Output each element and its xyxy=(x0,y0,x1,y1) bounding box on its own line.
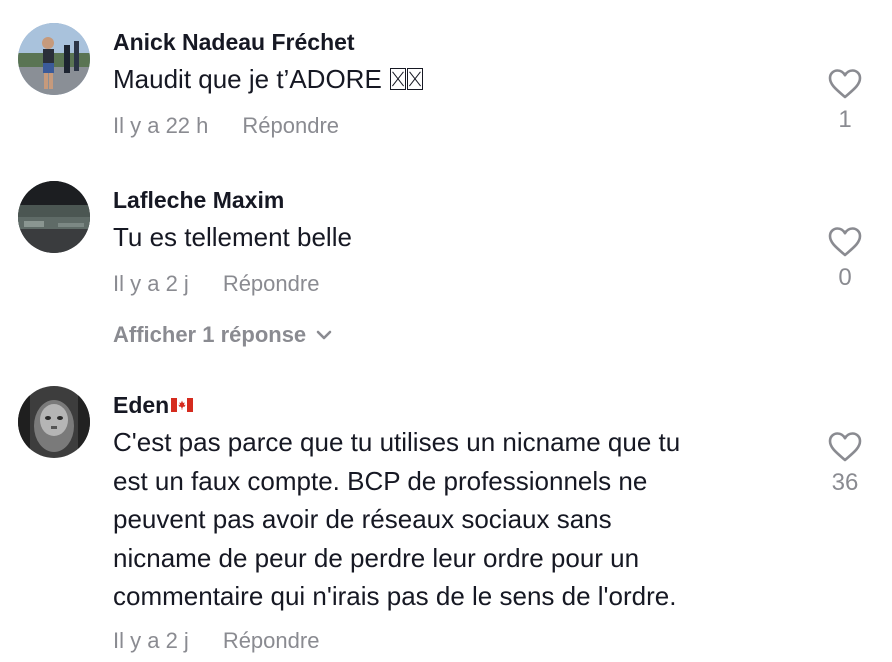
comment-text-line: C'est pas parce que tu utilises un nicna… xyxy=(113,427,681,457)
missing-emoji-box xyxy=(390,68,407,90)
missing-emoji-box xyxy=(407,68,424,90)
reply-button[interactable]: Répondre xyxy=(242,113,339,138)
like-count: 1 xyxy=(838,106,852,133)
comment-meta: Il y a 22 h Répondre xyxy=(113,112,339,140)
chevron-down-icon xyxy=(316,330,332,340)
avatar[interactable] xyxy=(18,23,90,95)
comment-text-line: Tu es tellement belle xyxy=(113,222,352,252)
avatar[interactable] xyxy=(18,181,90,253)
comment-username-text: Eden xyxy=(113,392,170,418)
heart-outline-icon[interactable] xyxy=(827,226,863,258)
comment-meta: Il y a 2 j Répondre xyxy=(113,627,319,655)
comment-text: C'est pas parce que tu utilises un nicna… xyxy=(113,423,773,616)
comment-meta: Il y a 2 j Répondre xyxy=(113,270,319,298)
reply-button[interactable]: Répondre xyxy=(223,628,320,653)
like-count: 0 xyxy=(838,264,852,291)
comment-text: Maudit que je t’ADORE xyxy=(113,60,773,99)
view-replies-label: Afficher 1 réponse xyxy=(113,322,307,347)
comment-username[interactable]: Anick Nadeau Fréchet xyxy=(113,28,355,56)
view-replies-button[interactable]: Afficher 1 réponse xyxy=(113,321,332,349)
comment-text-line: commentaire qui n'irais pas de le sens d… xyxy=(113,581,677,611)
comment-timestamp: Il y a 22 h xyxy=(113,113,209,138)
comment-text-line: Maudit que je t’ADORE xyxy=(113,60,773,99)
reply-button[interactable]: Répondre xyxy=(223,271,320,296)
comment-text-line: nicname de peur de perdre leur ordre pou… xyxy=(113,542,640,573)
like-count: 36 xyxy=(831,469,859,496)
comment-timestamp: Il y a 2 j xyxy=(113,271,189,296)
heart-outline-icon[interactable] xyxy=(827,68,863,100)
canada-flag-icon xyxy=(171,397,194,412)
like-control[interactable]: 0 xyxy=(808,226,882,292)
comment-text: Tu es tellement belle xyxy=(113,218,773,257)
comment-text-line: peuvent pas avoir de réseaux sociaux san… xyxy=(113,504,612,534)
avatar[interactable] xyxy=(18,386,90,458)
heart-outline-icon[interactable] xyxy=(827,431,863,463)
comment-timestamp: Il y a 2 j xyxy=(113,628,189,653)
comment-username[interactable]: Lafleche Maxim xyxy=(113,186,284,214)
comment-text-line: est un faux compte. BCP de professionnel… xyxy=(113,465,648,496)
like-control[interactable]: 1 xyxy=(808,68,882,134)
comment-text-content: Maudit que je t’ADORE xyxy=(113,64,382,94)
comment-username[interactable]: Eden xyxy=(113,391,194,419)
like-control[interactable]: 36 xyxy=(808,431,882,497)
